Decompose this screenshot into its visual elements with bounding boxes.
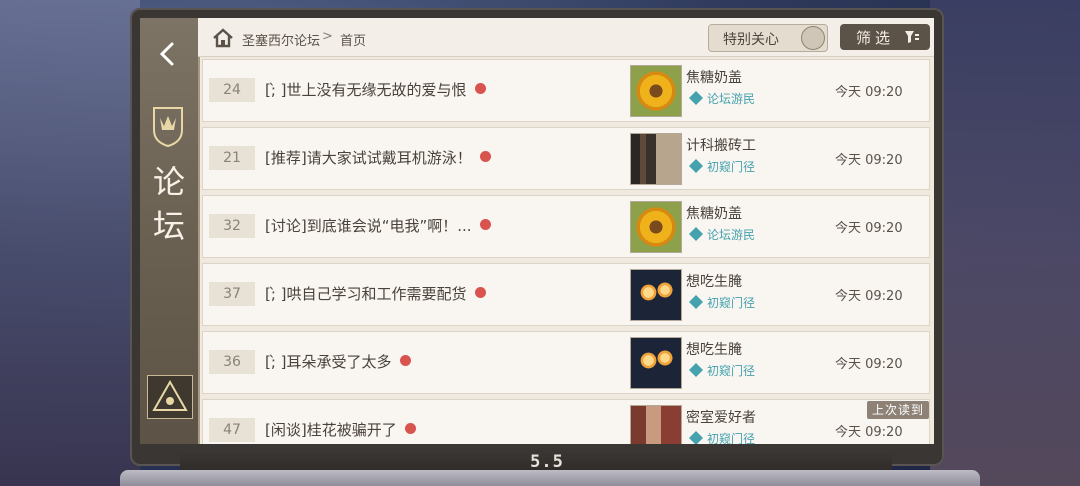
author-rank: 论坛游民: [707, 228, 756, 242]
laptop-keyboard-edge: [120, 470, 980, 486]
rank-icon: [689, 295, 703, 309]
author-rank: 论坛游民: [707, 92, 756, 106]
breadcrumb-forum[interactable]: 圣塞西尔论坛: [242, 30, 320, 49]
post-time: 今天 09:20: [835, 357, 903, 372]
special-care-button[interactable]: 特别关心: [708, 24, 828, 52]
post-title-text: [;̀ ]耳朵承受了太多: [265, 353, 392, 371]
filter-icon: [905, 31, 919, 43]
author-name: 想吃生腌: [686, 342, 742, 358]
post-row[interactable]: 37 [;̀ ]哄自己学习和工作需要配货 想吃生腌 初窥门径 今天 09:20: [202, 263, 930, 326]
rank-icon: [689, 91, 703, 105]
post-row[interactable]: 32 [讨论]到底谁会说“电我”啊！... 焦糖奶盖 论坛游民 今天 09:20: [202, 195, 930, 258]
unread-dot-icon: [474, 287, 486, 298]
back-button[interactable]: [150, 36, 186, 72]
eye-triangle-icon: [152, 379, 188, 411]
rank-icon: [689, 159, 703, 173]
unread-dot-icon: [479, 219, 491, 230]
rank-icon: [689, 227, 703, 241]
unread-dot-icon: [479, 151, 491, 162]
post-time: 今天 09:20: [835, 153, 903, 168]
post-title-text: [;̀ ]哄自己学习和工作需要配货: [265, 285, 467, 303]
reply-count: 32: [209, 214, 255, 238]
post-title: [闲谈]桂花被骗开了: [265, 419, 416, 440]
author-name: 想吃生腌: [686, 274, 742, 290]
author-rank: 初窥门径: [707, 364, 756, 378]
reply-count: 21: [209, 146, 255, 170]
eye-triangle-button[interactable]: [147, 375, 193, 419]
avatar-refresh-icon: [801, 26, 825, 50]
device-logo: 5.5: [530, 452, 564, 472]
chevron-left-icon: [159, 42, 174, 66]
author-name: 焦糖奶盖: [686, 70, 742, 86]
post-title-text: [闲谈]桂花被骗开了: [265, 421, 397, 439]
reply-count: 47: [209, 418, 255, 442]
post-time: 今天 09:20: [835, 221, 903, 236]
post-title-text: [;̀ ]世上没有无缘无故的爱与恨: [265, 81, 467, 99]
post-title: [;̀ ]世上没有无缘无故的爱与恨: [265, 79, 486, 100]
author-rank: 初窥门径: [707, 296, 756, 310]
crest-icon: [153, 107, 183, 148]
author-name: 焦糖奶盖: [686, 206, 742, 222]
post-title: [推荐]请大家试试戴耳机游泳！: [265, 147, 491, 168]
sidebar-title-char-1: 论: [152, 163, 185, 201]
reply-count: 37: [209, 282, 255, 306]
reply-count: 36: [209, 350, 255, 374]
post-time: 今天 09:20: [835, 85, 903, 100]
unread-dot-icon: [474, 83, 486, 94]
author-rank: 初窥门径: [707, 160, 756, 174]
rank-icon: [689, 431, 703, 444]
post-time: 今天 09:20: [835, 289, 903, 304]
header-bar: 圣塞西尔论坛 > 首页 特别关心 筛选: [198, 18, 934, 57]
background-right: [930, 0, 1080, 486]
author-avatar[interactable]: [630, 405, 682, 444]
sidebar-title-char-2: 坛: [152, 207, 185, 245]
author-avatar[interactable]: [630, 337, 682, 389]
author-avatar[interactable]: [630, 201, 682, 253]
unread-dot-icon: [404, 423, 416, 434]
filter-button[interactable]: 筛选: [840, 24, 930, 50]
author-name: 密室爱好者: [686, 410, 756, 426]
sidebar-title: 论 坛: [140, 160, 198, 248]
filter-label: 筛选: [856, 29, 895, 47]
post-title-text: [讨论]到底谁会说“电我”啊！...: [265, 217, 472, 235]
post-title: [;̀ ]哄自己学习和工作需要配货: [265, 283, 486, 304]
author-rank: 初窥门径: [707, 432, 756, 444]
post-title: [;̀ ]耳朵承受了太多: [265, 351, 411, 372]
author-name: 计科搬砖工: [686, 138, 756, 154]
breadcrumb-separator: >: [322, 29, 333, 44]
last-read-badge: 上次读到: [867, 401, 929, 419]
post-row[interactable]: 21 [推荐]请大家试试戴耳机游泳！ 计科搬砖工 初窥门径 今天 09:20: [202, 127, 930, 190]
author-avatar[interactable]: [630, 65, 682, 117]
post-row[interactable]: 47 [闲谈]桂花被骗开了 密室爱好者 初窥门径 今天 09:20 上次读到: [202, 399, 930, 444]
post-row[interactable]: 24 [;̀ ]世上没有无缘无故的爱与恨 焦糖奶盖 论坛游民 今天 09:20: [202, 59, 930, 122]
author-avatar[interactable]: [630, 269, 682, 321]
unread-dot-icon: [399, 355, 411, 366]
reply-count: 24: [209, 78, 255, 102]
post-list: 24 [;̀ ]世上没有无缘无故的爱与恨 焦糖奶盖 论坛游民 今天 09:20 …: [202, 56, 930, 444]
home-icon[interactable]: [212, 28, 234, 48]
post-time: 今天 09:20: [835, 425, 903, 440]
author-avatar[interactable]: [630, 133, 682, 185]
post-title: [讨论]到底谁会说“电我”啊！...: [265, 215, 491, 236]
forum-screen: 论 坛 圣塞西尔论坛 > 首页 特别关心 筛选 24 [;̀]世上没有无缘无故…: [140, 18, 934, 444]
sidebar: 论 坛: [140, 18, 200, 444]
rank-icon: [689, 363, 703, 377]
post-title-text: [推荐]请大家试试戴耳机游泳！: [265, 149, 472, 167]
post-row[interactable]: 36 [;̀ ]耳朵承受了太多 想吃生腌 初窥门径 今天 09:20: [202, 331, 930, 394]
breadcrumb-home[interactable]: 首页: [340, 30, 366, 49]
special-care-label: 特别关心: [723, 32, 779, 48]
background-left: [0, 0, 140, 486]
